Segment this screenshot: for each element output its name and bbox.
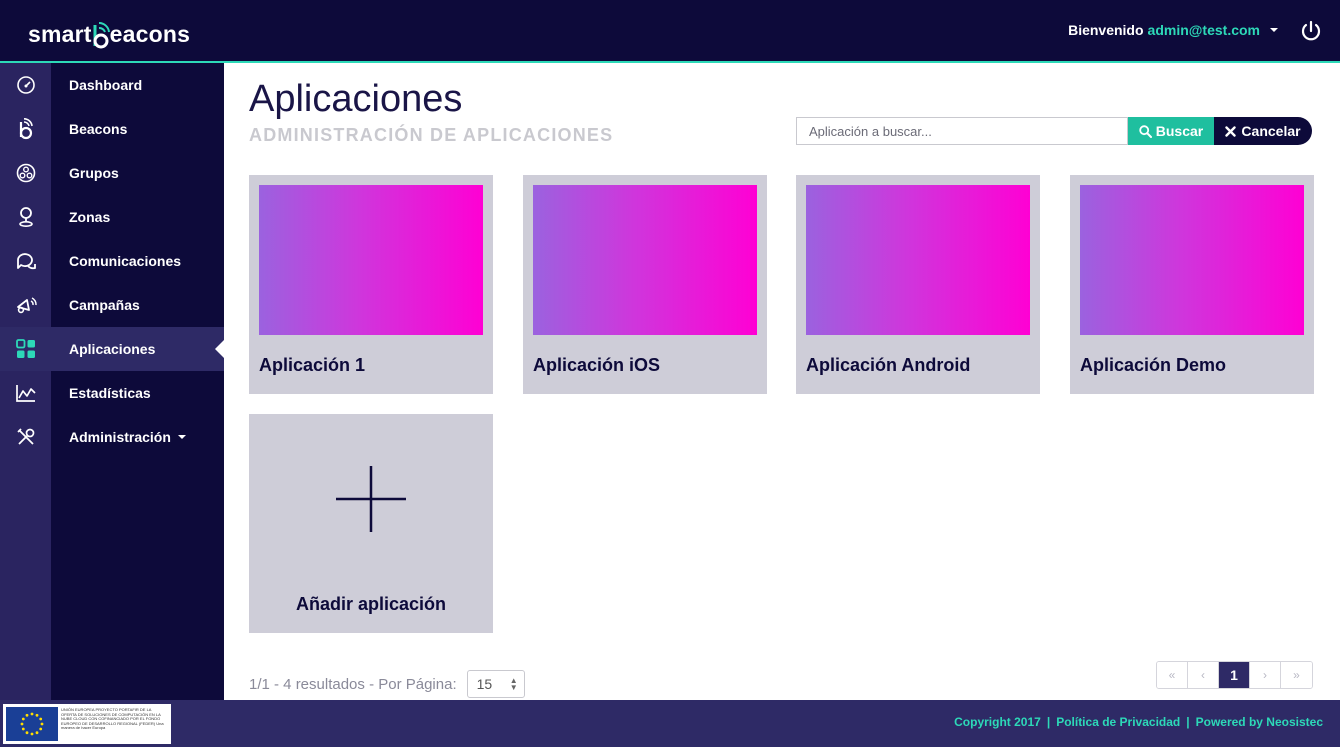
search-button-label: Buscar [1155,123,1204,139]
active-pointer [215,340,224,358]
user-menu[interactable]: Bienvenido admin@test.com [1068,22,1278,38]
location-pin-icon [0,195,51,239]
sidebar-item-beacons[interactable]: Beacons [0,107,224,151]
sidebar-item-label-text: Administración [69,429,171,445]
logo-text-right: eacons [109,21,191,47]
sidebar-item-label: Campañas [69,297,140,313]
app-thumbnail [806,185,1030,335]
footer: UNIÓN EUROPEA PROYECTO PORTAFIR DE LA OF… [0,700,1340,747]
per-page-select[interactable]: 15 ▲ ▼ [466,670,525,698]
app-card[interactable]: Aplicación iOS [523,175,767,394]
app-card[interactable]: Aplicación 1 [249,175,493,394]
sidebar-item-estadisticas[interactable]: Estadísticas [0,371,224,415]
app-card[interactable]: Aplicación Demo [1070,175,1314,394]
megaphone-icon [0,283,51,327]
app-name: Aplicación iOS [533,355,661,375]
top-bar: smart eacons Bienvenido admin@test.com [0,0,1340,63]
sidebar-item-zonas[interactable]: Zonas [0,195,224,239]
apps-grid-icon [0,327,51,371]
results-text: 1/1 - 4 resultados - Por Página: [249,675,457,693]
sidebar-item-label: Beacons [69,121,128,137]
cancel-button-label: Cancelar [1241,123,1301,139]
eu-flag-icon [6,707,58,741]
sidebar-item-dashboard[interactable]: Dashboard [0,63,224,107]
tools-icon [0,415,51,459]
sidebar-item-grupos[interactable]: Grupos [0,151,224,195]
app-thumbnail [259,185,483,335]
logo-text-left: smart [28,21,92,47]
sidebar-item-label: Grupos [69,165,119,181]
footer-links: Copyright 2017 | Política de Privacidad … [954,715,1323,729]
search-button[interactable]: Buscar [1128,117,1214,145]
sidebar-item-administracion[interactable]: Administración [0,415,224,459]
beacon-icon [0,107,51,151]
add-app-label: Añadir aplicación [295,594,447,614]
page-title: Aplicaciones [249,78,463,120]
pagination: « ‹ 1 › » [1156,661,1313,689]
eu-funding-text: UNIÓN EUROPEA PROYECTO PORTAFIR DE LA OF… [61,707,164,730]
plus-icon [336,466,406,532]
line-chart-icon [0,371,51,415]
sidebar-item-aplicaciones[interactable]: Aplicaciones [0,327,224,371]
app-thumbnail [533,185,757,335]
sidebar-item-label: Zonas [69,209,111,225]
sidebar-item-label: Comunicaciones [69,253,182,269]
page-prev-button[interactable]: ‹ [1188,662,1219,688]
separator: | [1046,715,1051,729]
app-name: Aplicación Demo [1080,355,1227,375]
chat-bubbles-icon [0,239,51,283]
smartbeacons-logo[interactable]: smart eacons [28,14,191,49]
eu-funding-logo: UNIÓN EUROPEA PROYECTO PORTAFIR DE LA OF… [3,704,171,744]
search-icon [1139,124,1152,138]
app-name: Aplicación Android [806,355,971,375]
sidebar-item-label: Estadísticas [69,385,151,401]
app-name: Aplicación 1 [259,355,366,375]
page-current-button[interactable]: 1 [1219,662,1250,688]
add-app-card[interactable]: Añadir aplicación [249,414,493,633]
logo-b-icon [92,21,110,49]
per-page-value: 15 [476,676,493,692]
separator: | [1186,715,1190,729]
user-email: admin@test.com [1147,22,1260,38]
select-arrows-icon: ▲ ▼ [509,676,518,692]
app-card[interactable]: Aplicación Android [796,175,1040,394]
welcome-label: Bienvenido [1068,22,1144,38]
sidebar-item-label: Aplicaciones [69,341,156,357]
privacy-link[interactable]: Política de Privacidad [1056,715,1180,729]
results-summary: 1/1 - 4 resultados - Por Página: 15 ▲ ▼ [249,670,525,698]
page-last-button[interactable]: » [1281,662,1312,688]
page-first-button[interactable]: « [1157,662,1188,688]
sidebar-item-label: Administración [69,429,186,445]
chevron-down-icon [1270,28,1278,32]
power-icon[interactable] [1300,20,1322,42]
powered-by-link[interactable]: Powered by Neosistec [1196,715,1323,729]
page-subtitle: ADMINISTRACIÓN DE APLICACIONES [249,125,614,145]
sidebar-item-comunicaciones[interactable]: Comunicaciones [0,239,224,283]
cancel-button[interactable]: Cancelar [1214,117,1312,145]
sidebar-item-campanas[interactable]: Campañas [0,283,224,327]
copyright-text: Copyright 2017 [954,715,1041,729]
close-icon [1225,125,1237,137]
groups-icon [0,151,51,195]
app-thumbnail [1080,185,1304,335]
sidebar-item-label: Dashboard [69,77,143,93]
page-next-button[interactable]: › [1250,662,1281,688]
chevron-down-icon [177,435,186,439]
dashboard-gauge-icon [0,63,51,107]
search-input[interactable] [796,117,1128,145]
